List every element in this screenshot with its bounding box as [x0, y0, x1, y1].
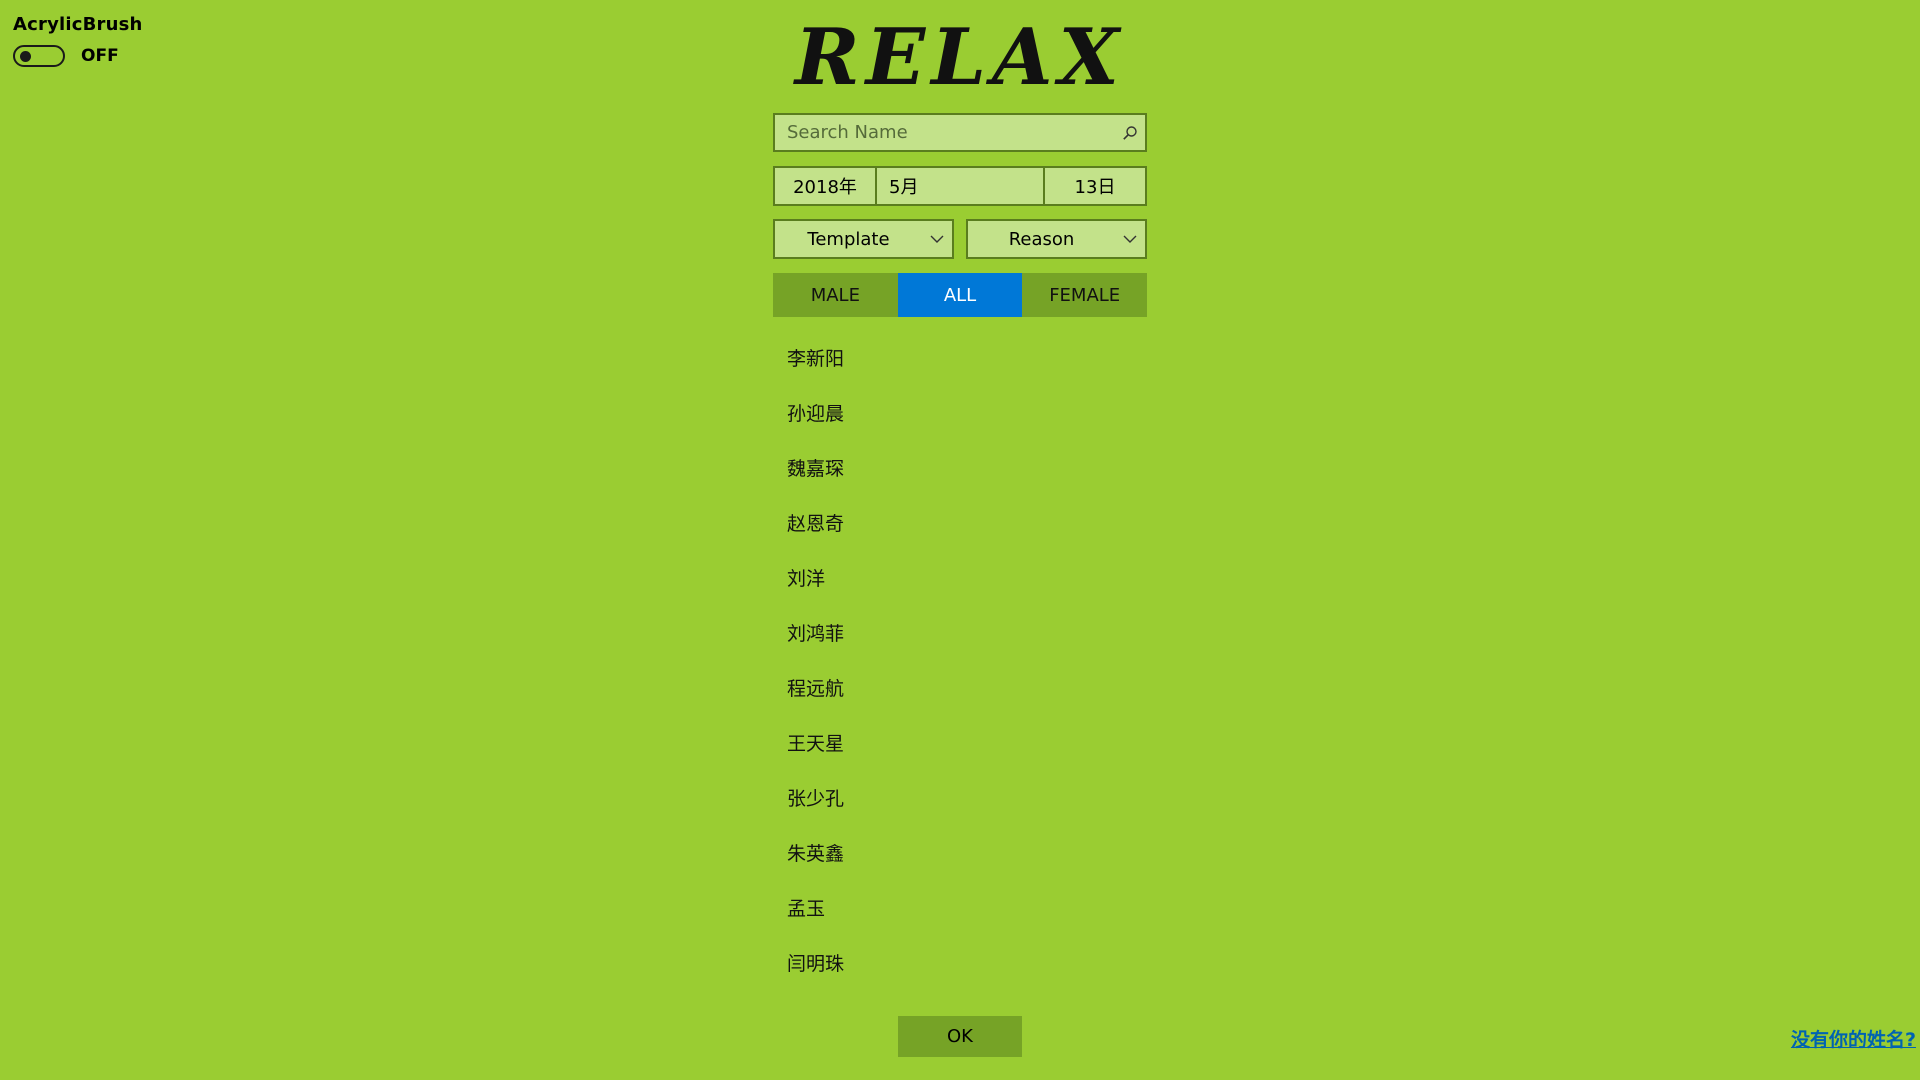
name-list-item[interactable]: 孙迎晨 [787, 399, 844, 454]
name-list-item[interactable]: 刘洋 [787, 564, 844, 619]
date-picker[interactable]: 2018年 5月 13日 [773, 166, 1147, 206]
chevron-down-icon [1115, 235, 1145, 243]
name-list-item[interactable]: 张少孔 [787, 784, 844, 839]
missing-name-link[interactable]: 没有你的姓名? [1791, 1025, 1916, 1052]
name-list-item[interactable]: 刘鸿菲 [787, 619, 844, 674]
search-box [773, 113, 1147, 152]
reason-dropdown[interactable]: Reason [966, 219, 1147, 259]
ok-button[interactable]: OK [898, 1016, 1022, 1057]
name-list-item[interactable]: 李新阳 [787, 344, 844, 399]
gender-female-button[interactable]: FEMALE [1022, 273, 1148, 317]
reason-dropdown-label: Reason [1008, 228, 1075, 250]
search-input[interactable] [775, 115, 1115, 150]
name-list: 李新阳 孙迎晨 魏嘉琛 赵恩奇 刘洋 刘鸿菲 程远航 王天星 张少孔 朱英鑫 孟… [787, 344, 844, 1004]
name-list-item[interactable]: 王天星 [787, 729, 844, 784]
name-list-item[interactable]: 闫明珠 [787, 949, 844, 1004]
name-list-item[interactable]: 程远航 [787, 674, 844, 729]
name-list-item[interactable]: 朱英鑫 [787, 839, 844, 894]
template-dropdown-label: Template [807, 228, 890, 250]
template-dropdown[interactable]: Template [773, 219, 954, 259]
gender-all-button[interactable]: ALL [897, 273, 1023, 317]
gender-selector: MALE ALL FEMALE [773, 273, 1148, 317]
search-icon[interactable] [1115, 115, 1145, 150]
gender-male-button[interactable]: MALE [773, 273, 898, 317]
name-list-item[interactable]: 魏嘉琛 [787, 454, 844, 509]
date-day[interactable]: 13日 [1045, 168, 1145, 204]
name-list-item[interactable]: 赵恩奇 [787, 509, 844, 564]
date-month[interactable]: 5月 [877, 168, 1045, 204]
date-year[interactable]: 2018年 [775, 168, 877, 204]
app-title: RELAX [794, 12, 1126, 103]
name-list-item[interactable]: 孟玉 [787, 894, 844, 949]
app-window: AcrylicBrush OFF RELAX 2018年 5月 13日 Temp… [0, 0, 1920, 1080]
chevron-down-icon [922, 235, 952, 243]
